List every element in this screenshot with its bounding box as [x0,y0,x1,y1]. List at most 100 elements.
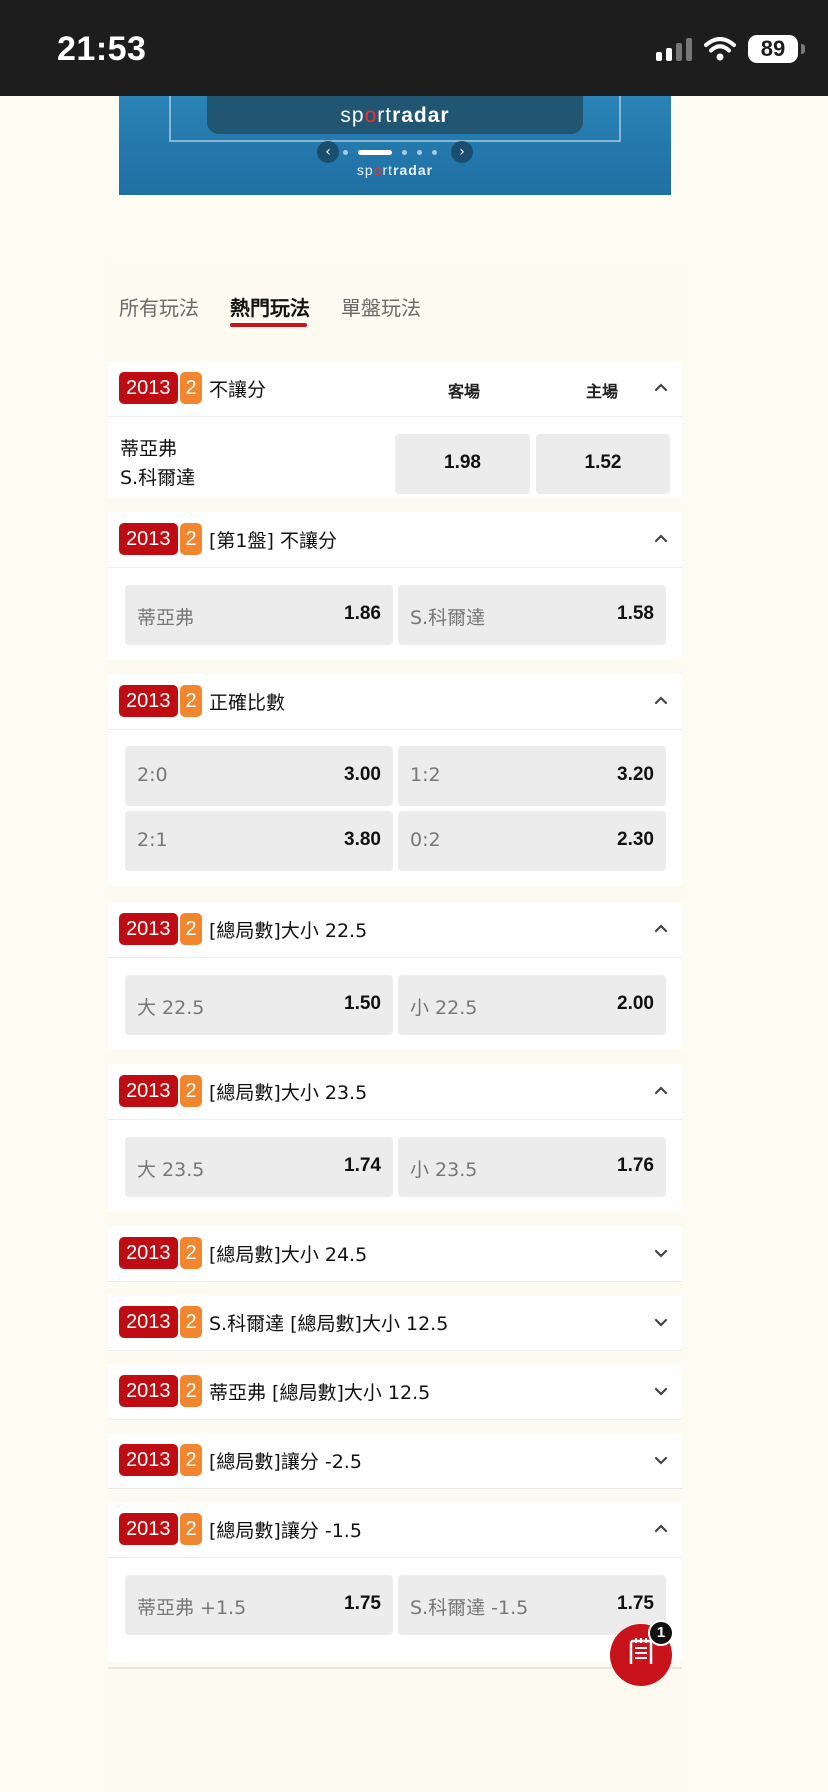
market-header[interactable]: 2013 2 [總局數]大小 22.5 [108,902,682,958]
carousel-prev-button[interactable]: ‹ [317,141,339,163]
sportradar-logo: sportradar [340,104,450,127]
chevron-down-icon[interactable] [650,1311,672,1333]
market-header[interactable]: 2013 2 [總局數]讓分 -2.5 [108,1433,682,1489]
odds-button[interactable]: S.科爾達 1.58 [398,585,666,645]
odds-button[interactable]: 1:2 3.20 [398,746,666,806]
market-header[interactable]: 2013 2 蒂亞弗 [總局數]大小 12.5 [108,1364,682,1420]
odds-value: 1.86 [344,603,381,624]
odds-value: 2.30 [617,829,654,850]
cellular-signal-icon [656,37,692,61]
odds-button[interactable]: 小 22.5 2.00 [398,975,666,1035]
odds-button[interactable]: 大 22.5 1.50 [125,975,393,1035]
column-away-label: 客場 [448,382,481,401]
market-header[interactable]: 2013 2 [總局數]讓分 -1.5 [108,1502,682,1558]
market-header[interactable]: 2013 2 [總局數]大小 23.5 [108,1064,682,1120]
odds-button[interactable]: 大 23.5 1.74 [125,1137,393,1197]
selection-label: S.科爾達 -1.5 [410,1597,529,1619]
market-tiafoe-total-games-12-5: 2013 2 蒂亞弗 [總局數]大小 12.5 [108,1364,682,1421]
market-header[interactable]: 2013 2 S.科爾達 [總局數]大小 12.5 [108,1295,682,1351]
market-header[interactable]: 2013 2 正確比數 [108,674,682,730]
status-bar: 21:53 89 [0,0,828,96]
match-id-badge: 2013 [119,1075,178,1107]
market-title: [總局數]大小 24.5 [209,1244,368,1266]
odds-button-home[interactable]: 1.52 [536,434,670,494]
status-icons: 89 [656,34,805,64]
chevron-up-icon[interactable] [650,918,672,940]
chevron-down-icon[interactable] [650,1449,672,1471]
match-id-badge: 2013 [119,913,178,945]
selection-label: 大 22.5 [137,997,205,1019]
chevron-down-icon[interactable] [650,1242,672,1264]
status-time: 21:53 [57,30,147,68]
selection-label: 蒂亞弗 [137,607,195,629]
match-id-badge: 2013 [119,1237,178,1269]
odds-value: 3.80 [344,829,381,850]
odds-button-away[interactable]: 1.98 [395,434,530,494]
chevron-up-icon[interactable] [650,528,672,550]
chevron-up-icon[interactable] [650,690,672,712]
chevron-up-icon[interactable] [650,1518,672,1540]
selection-label: 2:0 [137,764,168,786]
app-root: 21:53 89 sportradar ‹ › sportradar 所有玩法 [0,0,828,1792]
market-correct-score: 2013 2 正確比數 2:0 3.00 1:2 3.20 2:1 3.80 0… [108,674,682,886]
match-id-badge: 2013 [119,1306,178,1338]
odds-value: 1.50 [344,993,381,1014]
market-header[interactable]: 2013 2 不讓分 客場 主場 [108,361,682,417]
selection-label: 1:2 [410,764,441,786]
market-set1-moneyline: 2013 2 [第1盤] 不讓分 蒂亞弗 1.86 S.科爾達 1.58 [108,512,682,660]
match-id-badge: 2013 [119,1513,178,1545]
market-korda-total-games-12-5: 2013 2 S.科爾達 [總局數]大小 12.5 [108,1295,682,1352]
odds-value: 2.00 [617,993,654,1014]
selection-label: 蒂亞弗 +1.5 [137,1597,247,1619]
odds-value: 1.75 [344,1593,381,1614]
match-id-badge: 2013 [119,372,178,404]
sport-badge: 2 [180,1306,202,1338]
tab-popular-markets[interactable]: 熱門玩法 [230,292,310,321]
tab-single-set-markets[interactable]: 單盤玩法 [341,292,421,321]
sport-badge: 2 [180,685,202,717]
odds-button[interactable]: 2:1 3.80 [125,811,393,871]
chevron-up-icon[interactable] [650,377,672,399]
match-tracker-banner: sportradar ‹ › sportradar [119,96,671,195]
market-game-handicap-1-5: 2013 2 [總局數]讓分 -1.5 蒂亞弗 +1.5 1.75 S.科爾達 … [108,1502,682,1662]
sport-badge: 2 [180,372,202,404]
wifi-icon [704,37,736,61]
odds-value: 3.20 [617,764,654,785]
chevron-up-icon[interactable] [650,1080,672,1102]
market-title: [總局數]讓分 -2.5 [209,1451,362,1473]
chevron-down-icon[interactable] [650,1380,672,1402]
sport-badge: 2 [180,1444,202,1476]
odds-button[interactable]: 蒂亞弗 +1.5 1.75 [125,1575,393,1635]
odds-button[interactable]: 0:2 2.30 [398,811,666,871]
markets-panel: 所有玩法 熱門玩法 單盤玩法 2013 2 不讓分 客場 主場 蒂亞弗 S.科爾… [108,257,682,1792]
odds-button[interactable]: 蒂亞弗 1.86 [125,585,393,645]
bet-slip-button[interactable]: 1 [610,1620,674,1686]
market-title: S.科爾達 [總局數]大小 12.5 [209,1313,449,1335]
odds-value: 1.98 [444,452,481,473]
market-title: 正確比數 [209,692,286,714]
odds-button[interactable]: 小 23.5 1.76 [398,1137,666,1197]
sport-badge: 2 [180,1513,202,1545]
market-title: [總局數]讓分 -1.5 [209,1520,362,1542]
market-title: [總局數]大小 22.5 [209,920,368,942]
column-home-label: 主場 [586,382,619,401]
sportradar-logo-small: sportradar [356,162,434,178]
market-title: [總局數]大小 23.5 [209,1082,368,1104]
bet-slip-count-badge: 1 [648,1620,674,1646]
selection-label: 大 23.5 [137,1159,205,1181]
tab-all-markets[interactable]: 所有玩法 [119,292,199,321]
odds-button[interactable]: 2:0 3.00 [125,746,393,806]
market-header[interactable]: 2013 2 [總局數]大小 24.5 [108,1226,682,1282]
carousel-next-button[interactable]: › [451,141,473,163]
market-game-handicap-2-5: 2013 2 [總局數]讓分 -2.5 [108,1433,682,1490]
market-header[interactable]: 2013 2 [第1盤] 不讓分 [108,512,682,568]
active-tab-indicator [230,323,307,327]
battery-icon: 89 [748,35,805,63]
market-total-games-24-5: 2013 2 [總局數]大小 24.5 [108,1226,682,1283]
content-divider [108,1667,682,1669]
selection-label: 小 22.5 [410,997,478,1019]
carousel-dots [343,150,437,155]
odds-value: 3.00 [344,764,381,785]
market-title: [第1盤] 不讓分 [209,530,337,552]
selection-label: 0:2 [410,829,441,851]
